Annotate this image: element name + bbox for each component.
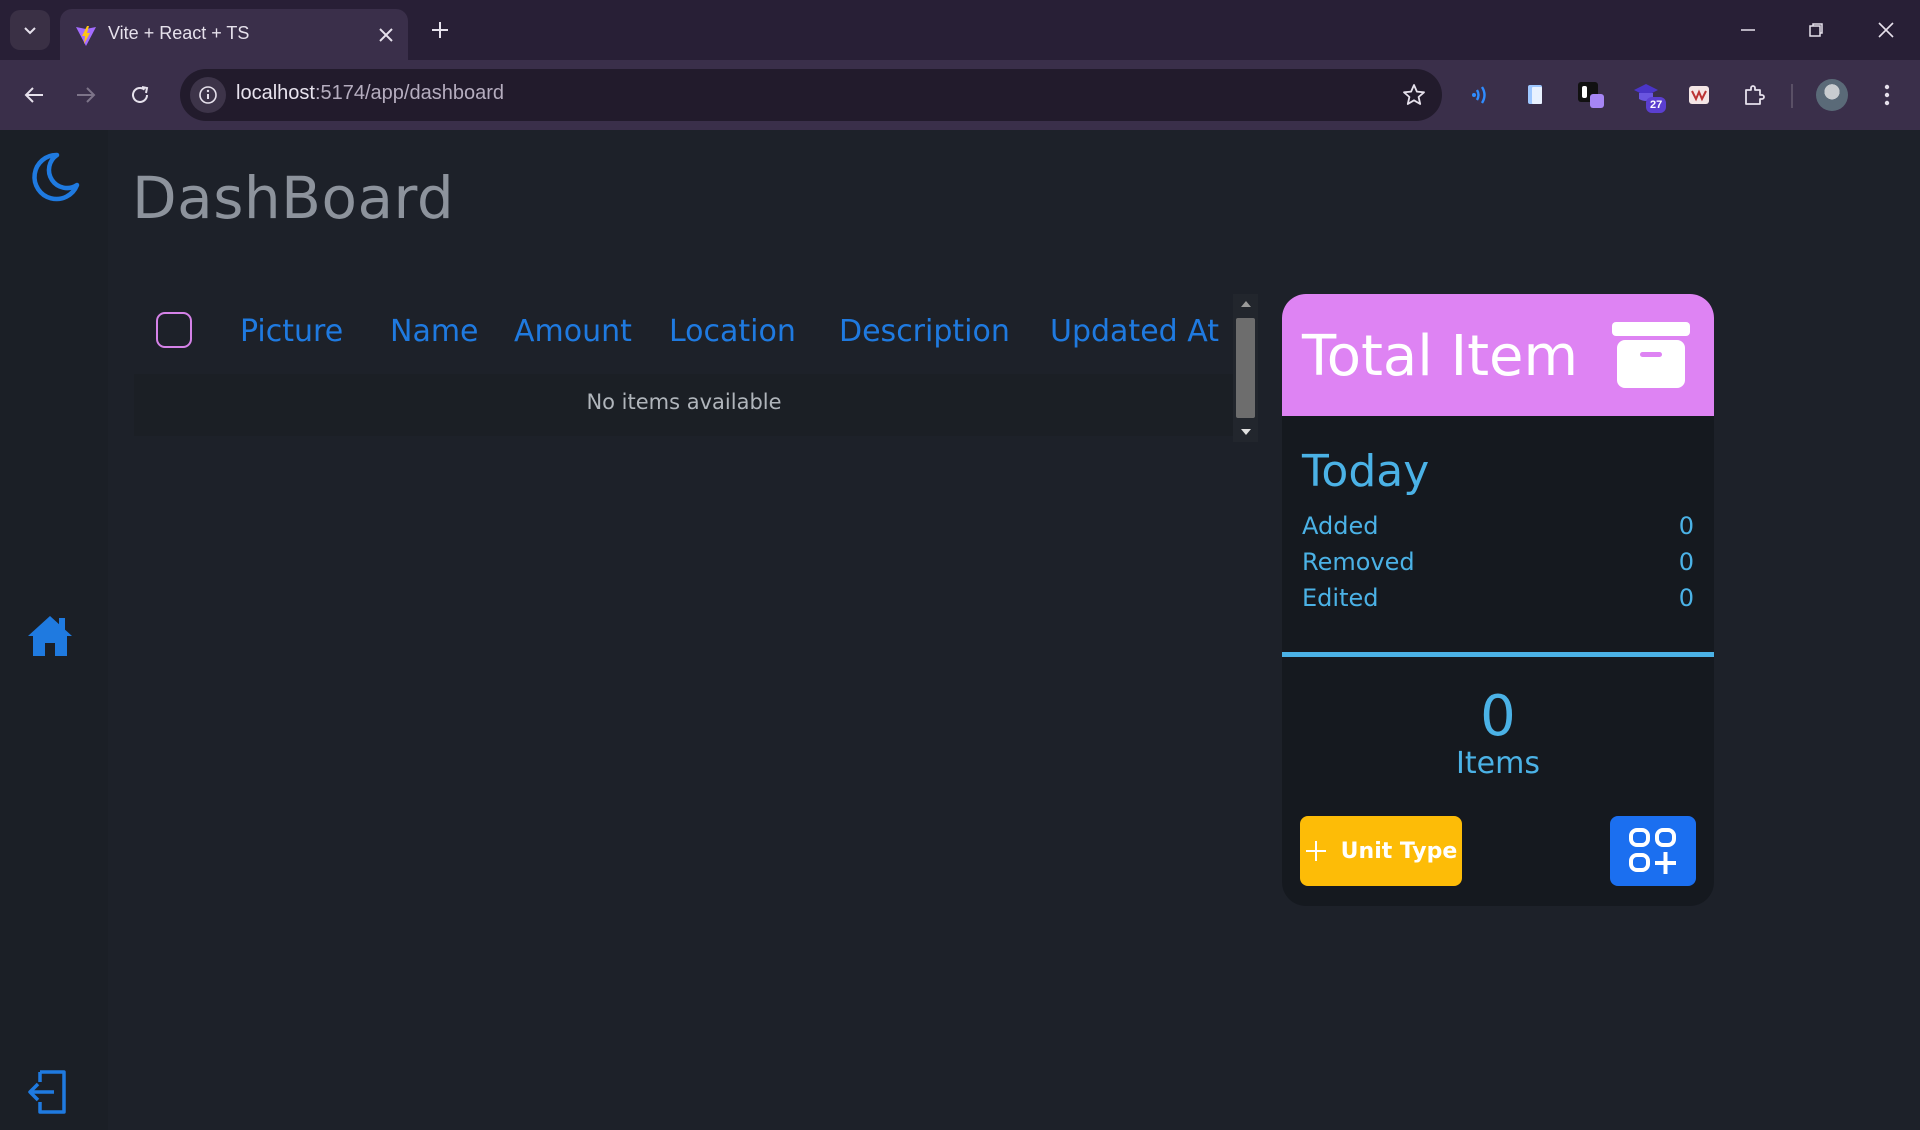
page-title: DashBoard xyxy=(132,164,455,232)
tab-title: Vite + React + TS xyxy=(108,23,250,43)
scroll-down-button[interactable] xyxy=(1233,422,1258,442)
add-item-button[interactable] xyxy=(1610,816,1696,886)
site-info-button[interactable] xyxy=(190,77,226,113)
today-heading: Today xyxy=(1302,446,1430,497)
select-all-checkbox[interactable] xyxy=(156,312,192,348)
stat-label: Removed xyxy=(1302,548,1415,576)
table-scrollbar[interactable] xyxy=(1233,294,1258,442)
total-label: Items xyxy=(1456,746,1540,781)
stat-removed: Removed 0 xyxy=(1302,548,1694,582)
url-text: localhost:5174/app/dashboard xyxy=(236,82,504,105)
table-empty-row: No items available xyxy=(134,374,1234,436)
stat-value: 0 xyxy=(1678,584,1694,612)
info-icon xyxy=(199,86,217,104)
column-header-name[interactable]: Name xyxy=(390,314,479,349)
extension-badge: 27 xyxy=(1646,97,1667,113)
extension-read-aloud[interactable] xyxy=(1465,78,1499,112)
stat-added: Added 0 xyxy=(1302,512,1694,546)
mail-icon xyxy=(1689,86,1709,104)
extension-counter[interactable]: 27 xyxy=(1630,78,1667,113)
tab-search-button[interactable] xyxy=(10,10,50,50)
toolbar-separator xyxy=(1791,84,1793,108)
profile-avatar[interactable] xyxy=(1816,79,1848,111)
add-unit-type-button[interactable]: Unit Type xyxy=(1300,816,1462,886)
restore-icon xyxy=(1809,23,1823,37)
vite-logo-icon xyxy=(76,26,96,46)
bookmark-button[interactable] xyxy=(1400,81,1428,109)
moon-icon xyxy=(32,152,80,202)
url-host: localhost xyxy=(236,82,315,104)
empty-message: No items available xyxy=(586,390,782,414)
column-header-location[interactable]: Location xyxy=(669,314,796,349)
browser-menu-button[interactable] xyxy=(1870,78,1904,112)
logout-button[interactable] xyxy=(22,1066,74,1118)
table-header: Picture Name Amount Location Description… xyxy=(134,294,1234,374)
card-title: Total Item xyxy=(1302,324,1579,389)
triangle-up-icon xyxy=(1240,301,1251,307)
new-tab-button[interactable] xyxy=(422,12,458,48)
restore-window-button[interactable] xyxy=(1792,10,1840,50)
minimize-window-button[interactable] xyxy=(1724,10,1772,50)
column-header-description[interactable]: Description xyxy=(839,314,1010,349)
stat-label: Added xyxy=(1302,512,1379,540)
puzzle-icon xyxy=(1745,85,1765,105)
unit-type-label: Unit Type xyxy=(1340,838,1458,864)
stat-label: Edited xyxy=(1302,584,1379,612)
column-header-picture[interactable]: Picture xyxy=(240,314,343,349)
home-icon xyxy=(28,616,72,656)
document-icon xyxy=(1528,85,1542,104)
extension-mail[interactable] xyxy=(1682,78,1716,112)
stat-value: 0 xyxy=(1678,512,1694,540)
forward-button[interactable] xyxy=(66,75,106,115)
reload-icon xyxy=(132,86,149,103)
scroll-thumb[interactable] xyxy=(1236,318,1255,418)
address-bar[interactable]: localhost:5174/app/dashboard xyxy=(180,69,1442,121)
column-header-amount[interactable]: Amount xyxy=(514,314,632,349)
sidebar-item-home[interactable] xyxy=(22,608,78,664)
scroll-up-button[interactable] xyxy=(1233,294,1258,314)
archive-box-icon xyxy=(1612,322,1690,388)
stat-value: 0 xyxy=(1678,548,1694,576)
items-table: Picture Name Amount Location Description… xyxy=(134,294,1258,444)
close-window-button[interactable] xyxy=(1862,10,1910,50)
card-divider xyxy=(1282,652,1714,657)
logout-icon xyxy=(28,1070,66,1114)
add-grid-icon xyxy=(1629,828,1676,874)
back-button[interactable] xyxy=(14,75,54,115)
extensions-menu-button[interactable] xyxy=(1737,78,1771,112)
total-item-card: Total Item Today Added 0 Removed 0 Edite… xyxy=(1282,294,1714,906)
chevron-down-icon xyxy=(24,27,36,35)
close-icon xyxy=(379,28,393,42)
plus-icon xyxy=(432,22,448,38)
total-count: 0 xyxy=(1480,684,1516,749)
toggle-extension-icon xyxy=(1578,82,1604,108)
app-sidebar xyxy=(0,130,108,1130)
browser-tab-active[interactable]: Vite + React + TS xyxy=(60,9,408,60)
extension-toggle[interactable] xyxy=(1574,78,1608,112)
more-vertical-icon xyxy=(1884,84,1890,106)
tab-close-button[interactable] xyxy=(372,21,400,49)
sound-wave-icon xyxy=(1472,86,1486,104)
extension-copy[interactable] xyxy=(1518,78,1552,112)
url-path: :5174/app/dashboard xyxy=(314,82,504,104)
theme-toggle-button[interactable] xyxy=(24,148,84,208)
minimize-icon xyxy=(1741,29,1755,31)
column-header-updated-at[interactable]: Updated At xyxy=(1050,314,1219,349)
browser-tab-bar: Vite + React + TS xyxy=(0,0,1920,60)
browser-toolbar: localhost:5174/app/dashboard 27 xyxy=(0,60,1920,130)
reload-button[interactable] xyxy=(120,75,160,115)
arrow-left-icon xyxy=(24,87,43,103)
arrow-right-icon xyxy=(77,87,96,103)
plus-icon xyxy=(1305,841,1326,861)
card-header: Total Item xyxy=(1282,294,1714,416)
star-icon xyxy=(1403,84,1425,105)
stat-edited: Edited 0 xyxy=(1302,584,1694,618)
triangle-down-icon xyxy=(1240,429,1251,435)
close-icon xyxy=(1878,22,1894,38)
